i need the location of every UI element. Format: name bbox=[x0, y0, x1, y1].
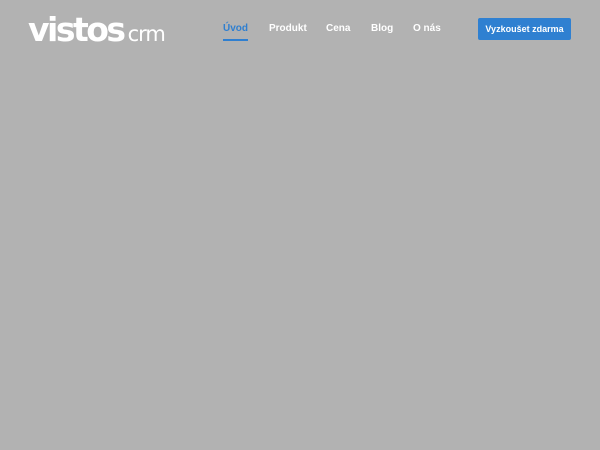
nav-item-produkt[interactable]: Produkt bbox=[269, 22, 307, 36]
nav-item-blog[interactable]: Blog bbox=[371, 22, 393, 36]
hero-area bbox=[0, 60, 600, 450]
nav-item-uvod[interactable]: Úvod bbox=[223, 22, 248, 41]
nav-item-cena[interactable]: Cena bbox=[326, 22, 350, 36]
nav-item-o-nas[interactable]: O nás bbox=[413, 22, 441, 36]
site-header: vistos crm Úvod Produkt Cena Blog O nás … bbox=[0, 0, 600, 60]
try-free-button[interactable]: Vyzkoušet zdarma bbox=[478, 18, 571, 40]
